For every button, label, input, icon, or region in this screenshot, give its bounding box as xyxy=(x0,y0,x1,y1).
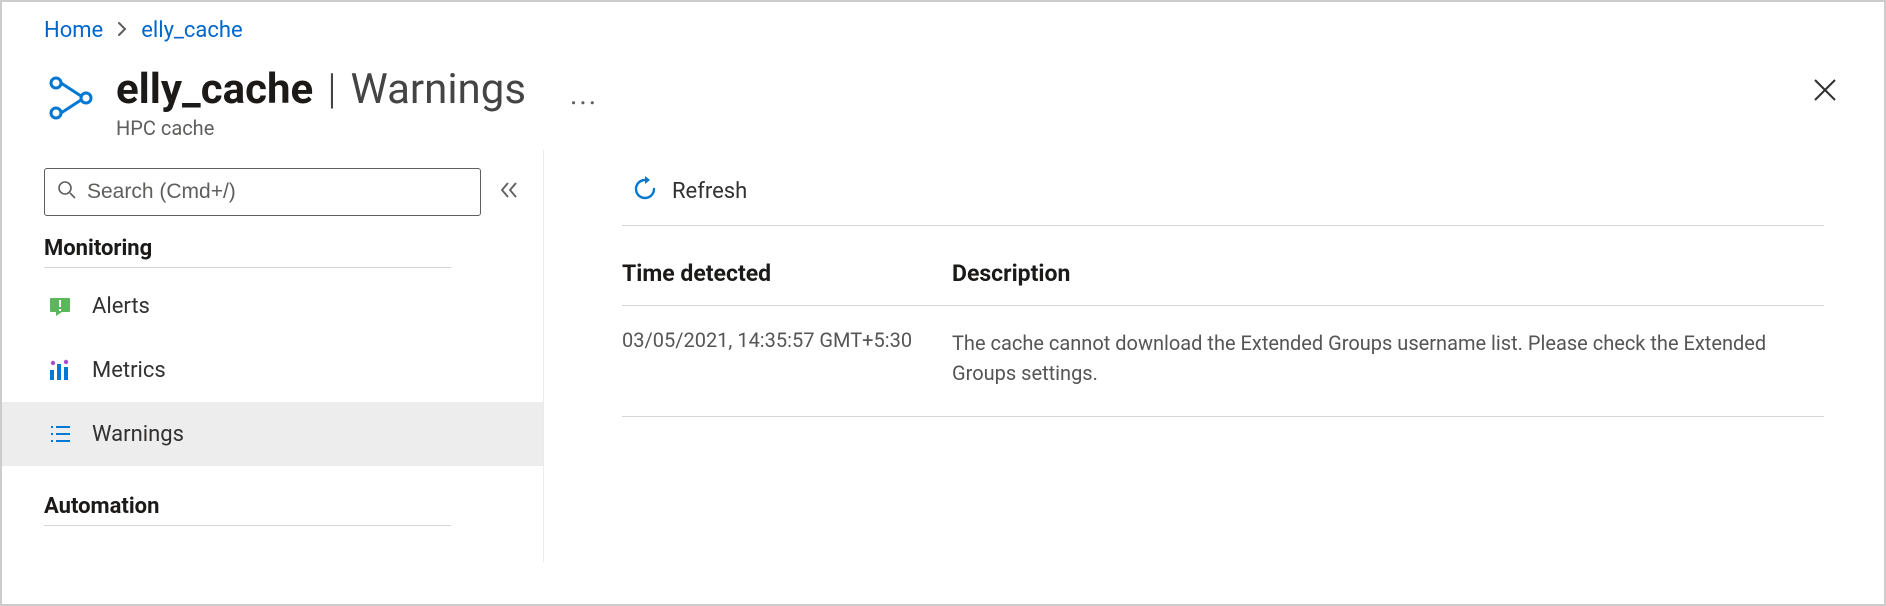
warnings-icon xyxy=(46,420,74,448)
divider xyxy=(44,525,451,526)
page-title-separator: | xyxy=(327,65,336,114)
metrics-icon xyxy=(46,356,74,384)
sidebar-item-label: Warnings xyxy=(92,422,184,447)
refresh-icon xyxy=(632,176,658,208)
sidebar-item-alerts[interactable]: Alerts xyxy=(2,274,543,338)
cell-time: 03/05/2021, 14:35:57 GMT+5:30 xyxy=(622,328,952,388)
resource-type-label: HPC cache xyxy=(116,116,598,140)
sidebar-section-automation: Automation xyxy=(44,494,543,519)
breadcrumb-home[interactable]: Home xyxy=(44,18,103,43)
search-box[interactable] xyxy=(44,168,481,216)
refresh-label: Refresh xyxy=(672,179,747,204)
toolbar: Refresh xyxy=(622,158,1824,226)
table-row[interactable]: 03/05/2021, 14:35:57 GMT+5:30 The cache … xyxy=(622,306,1824,417)
sidebar-item-metrics[interactable]: Metrics xyxy=(2,338,543,402)
chevron-double-left-icon xyxy=(499,180,519,200)
page-title-section: Warnings xyxy=(350,65,526,114)
close-icon xyxy=(1812,77,1838,103)
sidebar: Monitoring Alerts xyxy=(44,150,544,562)
cell-description: The cache cannot download the Extended G… xyxy=(952,328,1824,388)
more-actions-button[interactable]: ... xyxy=(570,78,598,111)
breadcrumb-resource[interactable]: elly_cache xyxy=(141,18,242,43)
close-button[interactable] xyxy=(1812,77,1838,107)
column-header-time[interactable]: Time detected xyxy=(622,260,952,287)
page-title-resource: elly_cache xyxy=(116,65,313,114)
alerts-icon xyxy=(46,292,74,320)
main-content: Refresh Time detected Description 03/05/… xyxy=(544,150,1884,562)
column-header-description[interactable]: Description xyxy=(952,260,1824,287)
search-input[interactable] xyxy=(87,180,468,204)
breadcrumb: Home elly_cache xyxy=(2,2,1884,43)
warnings-table: Time detected Description 03/05/2021, 14… xyxy=(622,260,1824,417)
refresh-button[interactable]: Refresh xyxy=(622,170,757,214)
chevron-right-icon xyxy=(117,20,127,41)
sidebar-section-monitoring: Monitoring xyxy=(44,236,543,261)
search-icon xyxy=(57,180,77,204)
sidebar-item-warnings[interactable]: Warnings xyxy=(2,402,543,466)
collapse-sidebar-button[interactable] xyxy=(499,180,519,204)
hpc-cache-icon xyxy=(44,71,98,125)
table-header-row: Time detected Description xyxy=(622,260,1824,306)
page-header: elly_cache | Warnings ... HPC cache xyxy=(2,43,1884,150)
divider xyxy=(44,267,451,268)
sidebar-item-label: Metrics xyxy=(92,358,166,383)
sidebar-item-label: Alerts xyxy=(92,294,150,319)
